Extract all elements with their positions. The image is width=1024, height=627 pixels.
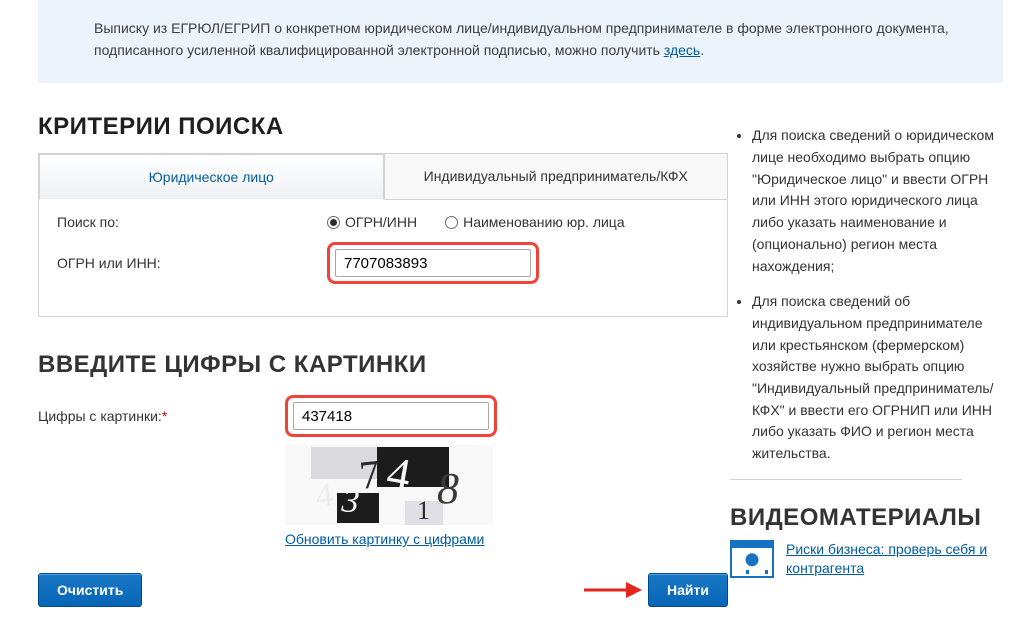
tab-legal-entity[interactable]: Юридическое лицо bbox=[39, 154, 384, 200]
entity-type-tabs: Юридическое лицо Индивидуальный предприн… bbox=[39, 154, 727, 200]
svg-text:1: 1 bbox=[417, 496, 430, 525]
video-heading: ВИДЕОМАТЕРИАЛЫ bbox=[730, 479, 962, 532]
tab-entrepreneur[interactable]: Индивидуальный предприниматель/КФХ bbox=[384, 154, 728, 200]
captcha-heading: ВВЕДИТЕ ЦИФРЫ С КАРТИНКИ bbox=[38, 351, 730, 379]
radio-ogrn-inn-wrap[interactable]: ОГРН/ИНН bbox=[327, 214, 417, 230]
required-mark: * bbox=[162, 408, 167, 424]
ogrn-inn-label: ОГРН или ИНН: bbox=[57, 255, 327, 271]
arrow-icon bbox=[582, 578, 642, 602]
info-banner-link[interactable]: здесь bbox=[664, 42, 700, 58]
svg-text:3: 3 bbox=[339, 482, 361, 521]
radio-by-name-wrap[interactable]: Наименованию юр. лица bbox=[445, 214, 625, 230]
captcha-label: Цифры с картинки:* bbox=[38, 408, 285, 424]
help-list: Для поиска сведений о юридическом лице н… bbox=[752, 125, 1002, 464]
criteria-heading: КРИТЕРИИ ПОИСКА bbox=[38, 113, 730, 141]
info-banner-text-b: . bbox=[700, 42, 704, 58]
find-button[interactable]: Найти bbox=[648, 573, 728, 607]
help-item-1: Для поиска сведений о юридическом лице н… bbox=[752, 125, 1002, 277]
video-monitor-icon bbox=[730, 540, 774, 578]
radio-by-name[interactable] bbox=[445, 216, 458, 229]
radio-ogrn-inn[interactable] bbox=[327, 216, 340, 229]
ogrn-inn-input[interactable] bbox=[335, 249, 531, 277]
radio-by-name-label: Наименованию юр. лица bbox=[463, 214, 625, 230]
svg-text:4: 4 bbox=[314, 477, 335, 516]
info-banner-text-a: Выписку из ЕГРЮЛ/ЕГРИП о конкретном юрид… bbox=[94, 20, 949, 58]
search-by-label: Поиск по: bbox=[57, 214, 327, 230]
video-link[interactable]: Риски бизнеса: проверь себя и контрагент… bbox=[786, 540, 1002, 579]
captcha-input[interactable] bbox=[293, 402, 489, 430]
refresh-captcha-link[interactable]: Обновить картинку с цифрами bbox=[285, 531, 728, 547]
video-item: Риски бизнеса: проверь себя и контрагент… bbox=[730, 540, 1002, 579]
info-banner: Выписку из ЕГРЮЛ/ЕГРИП о конкретном юрид… bbox=[38, 0, 1003, 83]
help-item-2: Для поиска сведений об индивидуальном пр… bbox=[752, 291, 1002, 465]
ogrn-highlight bbox=[327, 242, 539, 284]
clear-button[interactable]: Очистить bbox=[38, 573, 142, 607]
captcha-highlight bbox=[285, 395, 497, 437]
captcha-image: 4 3 7 4 1 8 bbox=[285, 445, 493, 525]
search-criteria-box: Юридическое лицо Индивидуальный предприн… bbox=[38, 153, 728, 317]
radio-ogrn-inn-label: ОГРН/ИНН bbox=[345, 214, 417, 230]
svg-text:8: 8 bbox=[437, 464, 459, 513]
